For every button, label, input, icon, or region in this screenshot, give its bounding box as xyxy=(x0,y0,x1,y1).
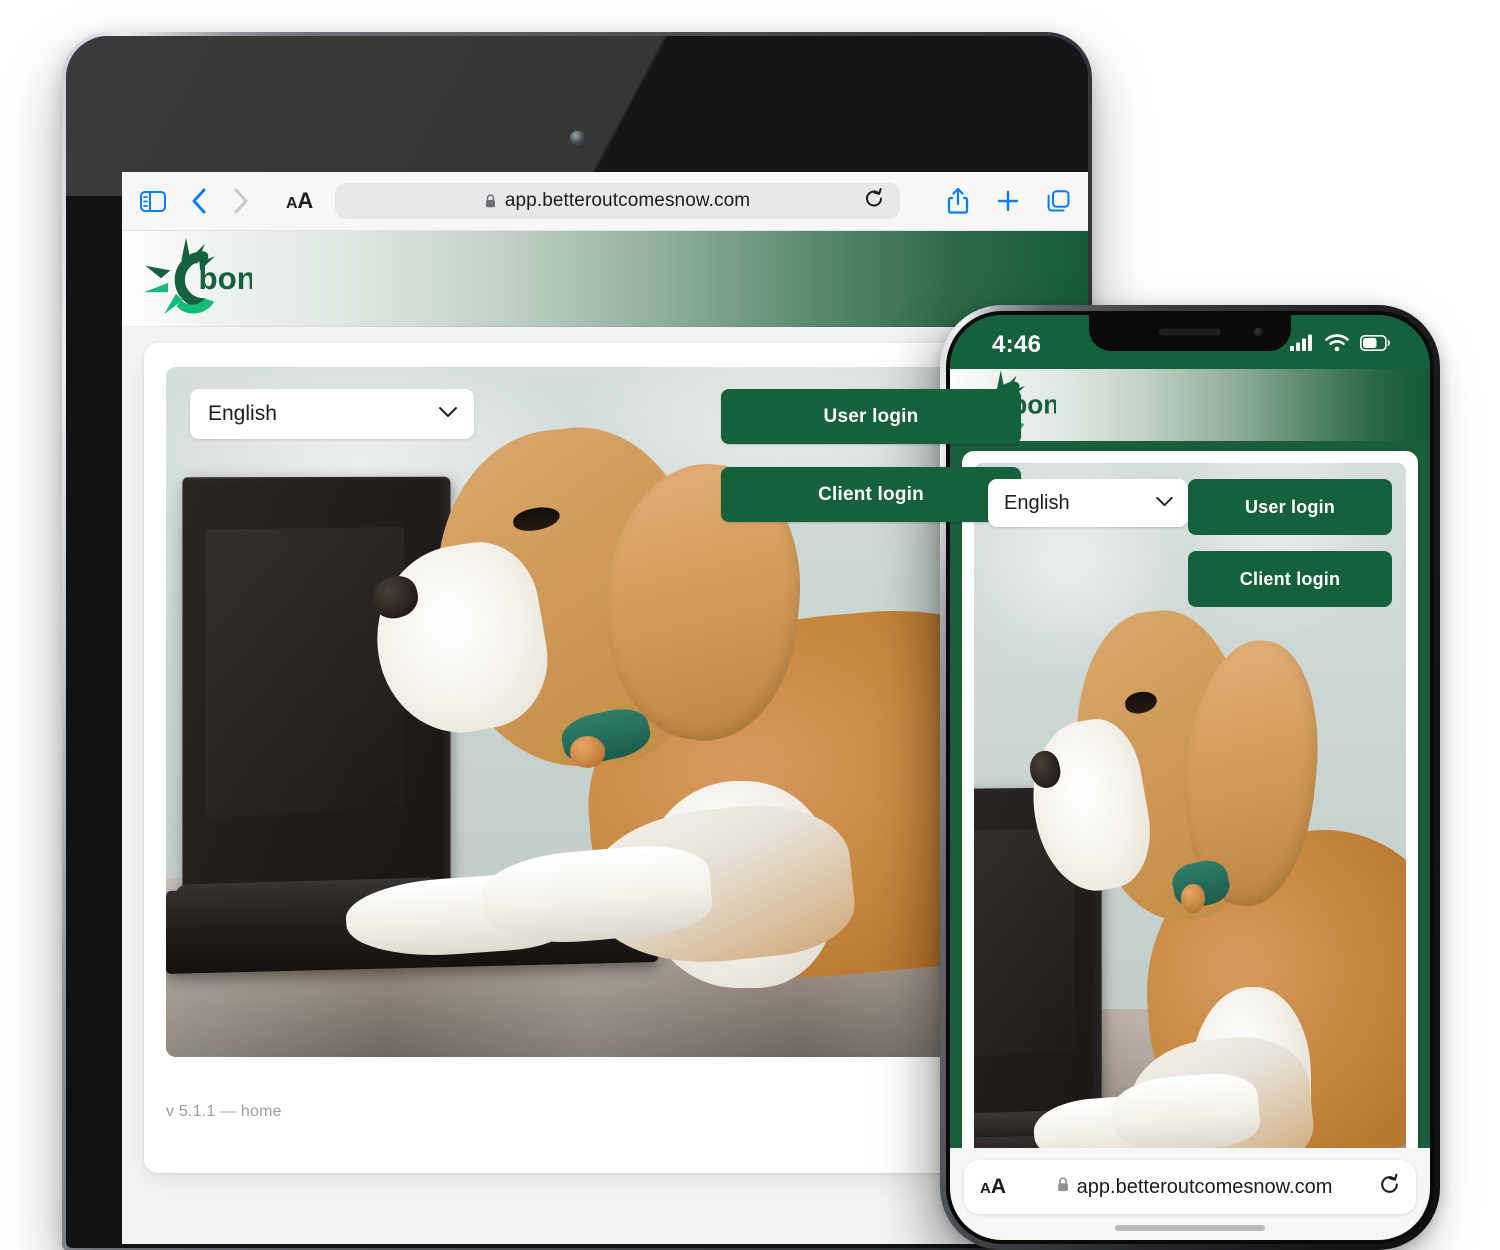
client-login-button[interactable]: Client login xyxy=(1188,551,1392,607)
user-login-button[interactable]: User login xyxy=(721,389,1021,444)
url-text: app.betteroutcomesnow.com xyxy=(504,190,751,211)
language-select[interactable]: English xyxy=(988,479,1188,527)
front-camera-icon xyxy=(1254,327,1263,337)
phone-status-bar: 4:46 xyxy=(950,315,1430,369)
status-time: 4:46 xyxy=(992,331,1042,358)
url-text: app.betteroutcomesnow.com xyxy=(1076,1175,1333,1198)
phone-content-card: English User login Client login xyxy=(962,451,1418,1211)
home-indicator xyxy=(1115,1225,1265,1231)
app-header: bon xyxy=(122,231,1088,327)
cellular-signal-icon xyxy=(1290,334,1314,356)
svg-text:bon: bon xyxy=(199,261,252,296)
battery-icon xyxy=(1360,334,1390,356)
plus-icon[interactable] xyxy=(996,189,1020,213)
text-size-small-a: A xyxy=(980,1180,991,1197)
reload-icon[interactable] xyxy=(864,188,884,215)
text-size-big-a: A xyxy=(297,188,314,213)
front-camera-icon xyxy=(570,131,584,144)
chevron-left-icon[interactable] xyxy=(190,187,207,215)
hero-photo-panel: English User login Client login xyxy=(166,367,1045,1057)
phone-hero-photo-panel: English User login Client login xyxy=(974,463,1406,1201)
sidebar-icon[interactable] xyxy=(140,190,166,212)
text-size-small-a: A xyxy=(286,195,298,212)
address-bar[interactable]: app.betteroutcomesnow.com xyxy=(335,183,900,219)
screenshot-stage: AA app.betteroutcomesnow.com bon English… xyxy=(0,0,1500,1250)
chevron-down-icon xyxy=(1155,494,1174,512)
tabs-icon[interactable] xyxy=(1046,189,1071,214)
tablet-bezel: AA app.betteroutcomesnow.com bon English… xyxy=(66,36,1088,1248)
lock-icon xyxy=(485,194,496,208)
user-login-button[interactable]: User login xyxy=(1188,479,1392,535)
phone-browser-bottom-bar: AA app.betteroutcomesnow.com xyxy=(950,1148,1430,1240)
lock-icon xyxy=(1057,1177,1069,1197)
safari-toolbar: AA app.betteroutcomesnow.com xyxy=(122,172,1088,231)
tablet-device: AA app.betteroutcomesnow.com bon English… xyxy=(62,32,1092,1250)
text-size-button[interactable]: AA xyxy=(286,188,313,214)
sun-c-logo-icon: bon xyxy=(142,236,256,322)
speaker-grille-icon xyxy=(1159,328,1221,336)
phone-notch xyxy=(1089,315,1291,351)
chevron-right-icon xyxy=(233,187,250,215)
reload-icon[interactable] xyxy=(1379,1173,1400,1201)
language-select[interactable]: English xyxy=(190,389,474,439)
phone-address-bar[interactable]: AA app.betteroutcomesnow.com xyxy=(964,1160,1416,1214)
language-select-value: English xyxy=(208,402,277,425)
version-text: v 5.1.1 — home xyxy=(166,1103,282,1120)
language-select-value: English xyxy=(1004,491,1070,514)
login-button-group: User login Client login xyxy=(1188,479,1392,607)
content-card: English User login Client login v 5.1.1 … xyxy=(144,343,1067,1173)
dog-collar-tag xyxy=(1181,883,1206,914)
share-icon[interactable] xyxy=(946,187,970,215)
hero-controls: English User login Client login xyxy=(166,367,1045,544)
wifi-icon xyxy=(1325,333,1349,357)
text-size-big-a: A xyxy=(990,1175,1007,1198)
chevron-down-icon xyxy=(438,405,458,423)
text-size-button[interactable]: AA xyxy=(980,1175,1006,1199)
phone-hero-controls: English User login Client login xyxy=(974,463,1406,623)
